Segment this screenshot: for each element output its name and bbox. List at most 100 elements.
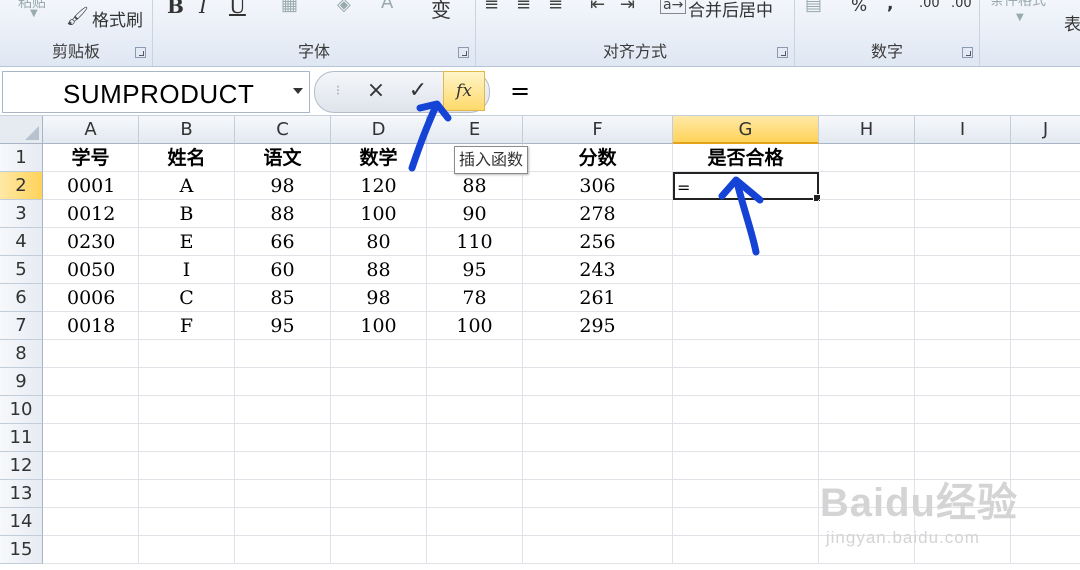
cell-d15[interactable] [331, 536, 427, 564]
cell-b6[interactable]: C [139, 284, 235, 312]
cell-a10[interactable] [43, 396, 139, 424]
cell-b13[interactable] [139, 480, 235, 508]
row-header-12[interactable]: 12 [0, 452, 43, 480]
increase-indent-icon[interactable]: ⇥ [620, 0, 635, 15]
row-header-9[interactable]: 9 [0, 368, 43, 396]
cell-c14[interactable] [235, 508, 331, 536]
cell-j13[interactable] [1011, 480, 1080, 508]
cell-a8[interactable] [43, 340, 139, 368]
cell-e12[interactable] [427, 452, 523, 480]
cancel-button[interactable]: × [356, 71, 396, 111]
cell-g11[interactable] [673, 424, 819, 452]
row-header-7[interactable]: 7 [0, 312, 43, 340]
cell-b4[interactable]: E [139, 228, 235, 256]
cell-j7[interactable] [1011, 312, 1080, 340]
formula-input[interactable]: = [490, 71, 1080, 111]
cell-e6[interactable]: 78 [427, 284, 523, 312]
row-header-13[interactable]: 13 [0, 480, 43, 508]
cell-d11[interactable] [331, 424, 427, 452]
cell-a6[interactable]: 0006 [43, 284, 139, 312]
phonetic-button[interactable]: 变 [431, 0, 451, 23]
cell-h3[interactable] [819, 200, 915, 228]
row-header-6[interactable]: 6 [0, 284, 43, 312]
cell-i5[interactable] [915, 256, 1011, 284]
cell-e8[interactable] [427, 340, 523, 368]
format-painter-button[interactable]: 格式刷 [92, 6, 143, 31]
cell-i3[interactable] [915, 200, 1011, 228]
alignment-launcher-icon[interactable] [777, 47, 788, 58]
row-header-11[interactable]: 11 [0, 424, 43, 452]
cell-g8[interactable] [673, 340, 819, 368]
row-header-5[interactable]: 5 [0, 256, 43, 284]
cell-e3[interactable]: 90 [427, 200, 523, 228]
cell-f14[interactable] [523, 508, 673, 536]
cell-f3[interactable]: 278 [523, 200, 673, 228]
cell-g1[interactable]: 是否合格 [673, 144, 819, 172]
cell-b3[interactable]: B [139, 200, 235, 228]
number-launcher-icon[interactable] [962, 47, 973, 58]
cell-a7[interactable]: 0018 [43, 312, 139, 340]
cell-g14[interactable] [673, 508, 819, 536]
cell-j1[interactable] [1011, 144, 1080, 172]
comma-button[interactable]: , [887, 0, 893, 14]
cell-i1[interactable] [915, 144, 1011, 172]
cell-e10[interactable] [427, 396, 523, 424]
cell-h5[interactable] [819, 256, 915, 284]
decrease-decimal-button[interactable]: .00 [951, 0, 972, 11]
cell-g6[interactable] [673, 284, 819, 312]
cell-a13[interactable] [43, 480, 139, 508]
cell-e5[interactable]: 95 [427, 256, 523, 284]
cell-j9[interactable] [1011, 368, 1080, 396]
cell-j12[interactable] [1011, 452, 1080, 480]
cell-f10[interactable] [523, 396, 673, 424]
font-color-button[interactable]: A [381, 0, 393, 13]
cell-b5[interactable]: I [139, 256, 235, 284]
cell-c11[interactable] [235, 424, 331, 452]
cell-d10[interactable] [331, 396, 427, 424]
cell-a4[interactable]: 0230 [43, 228, 139, 256]
cell-h9[interactable] [819, 368, 915, 396]
cell-c13[interactable] [235, 480, 331, 508]
italic-button[interactable]: I [199, 0, 207, 18]
increase-decimal-button[interactable]: .00 [919, 0, 940, 11]
cell-h10[interactable] [819, 396, 915, 424]
cell-j2[interactable] [1011, 172, 1080, 200]
cell-c6[interactable]: 85 [235, 284, 331, 312]
column-header-g[interactable]: G [673, 116, 819, 144]
cell-h1[interactable] [819, 144, 915, 172]
column-header-a[interactable]: A [43, 116, 139, 144]
cell-f1[interactable]: 分数 [523, 144, 673, 172]
cell-h2[interactable] [819, 172, 915, 200]
cell-j14[interactable] [1011, 508, 1080, 536]
cell-d3[interactable]: 100 [331, 200, 427, 228]
row-header-8[interactable]: 8 [0, 340, 43, 368]
cell-g10[interactable] [673, 396, 819, 424]
name-box-dropdown-icon[interactable] [293, 88, 303, 94]
cell-i11[interactable] [915, 424, 1011, 452]
format-as-table-button[interactable]: 表 [1064, 10, 1080, 35]
styles-dropdown-icon[interactable]: ▼ [1016, 12, 1024, 23]
cell-b1[interactable]: 姓名 [139, 144, 235, 172]
cell-g13[interactable] [673, 480, 819, 508]
column-header-d[interactable]: D [331, 116, 427, 144]
cell-i8[interactable] [915, 340, 1011, 368]
underline-button[interactable]: U [229, 0, 246, 18]
align-center-icon[interactable]: ≡ [516, 0, 531, 15]
name-box[interactable]: SUMPRODUCT [2, 71, 310, 113]
cell-c7[interactable]: 95 [235, 312, 331, 340]
cell-f15[interactable] [523, 536, 673, 564]
cell-b11[interactable] [139, 424, 235, 452]
cell-h6[interactable] [819, 284, 915, 312]
select-all-button[interactable] [0, 116, 43, 144]
cell-d9[interactable] [331, 368, 427, 396]
cell-f7[interactable]: 295 [523, 312, 673, 340]
cell-f9[interactable] [523, 368, 673, 396]
cell-f2[interactable]: 306 [523, 172, 673, 200]
cell-b8[interactable] [139, 340, 235, 368]
row-header-10[interactable]: 10 [0, 396, 43, 424]
column-header-h[interactable]: H [819, 116, 915, 144]
cell-c1[interactable]: 语文 [235, 144, 331, 172]
cell-j8[interactable] [1011, 340, 1080, 368]
cell-c9[interactable] [235, 368, 331, 396]
cell-a1[interactable]: 学号 [43, 144, 139, 172]
